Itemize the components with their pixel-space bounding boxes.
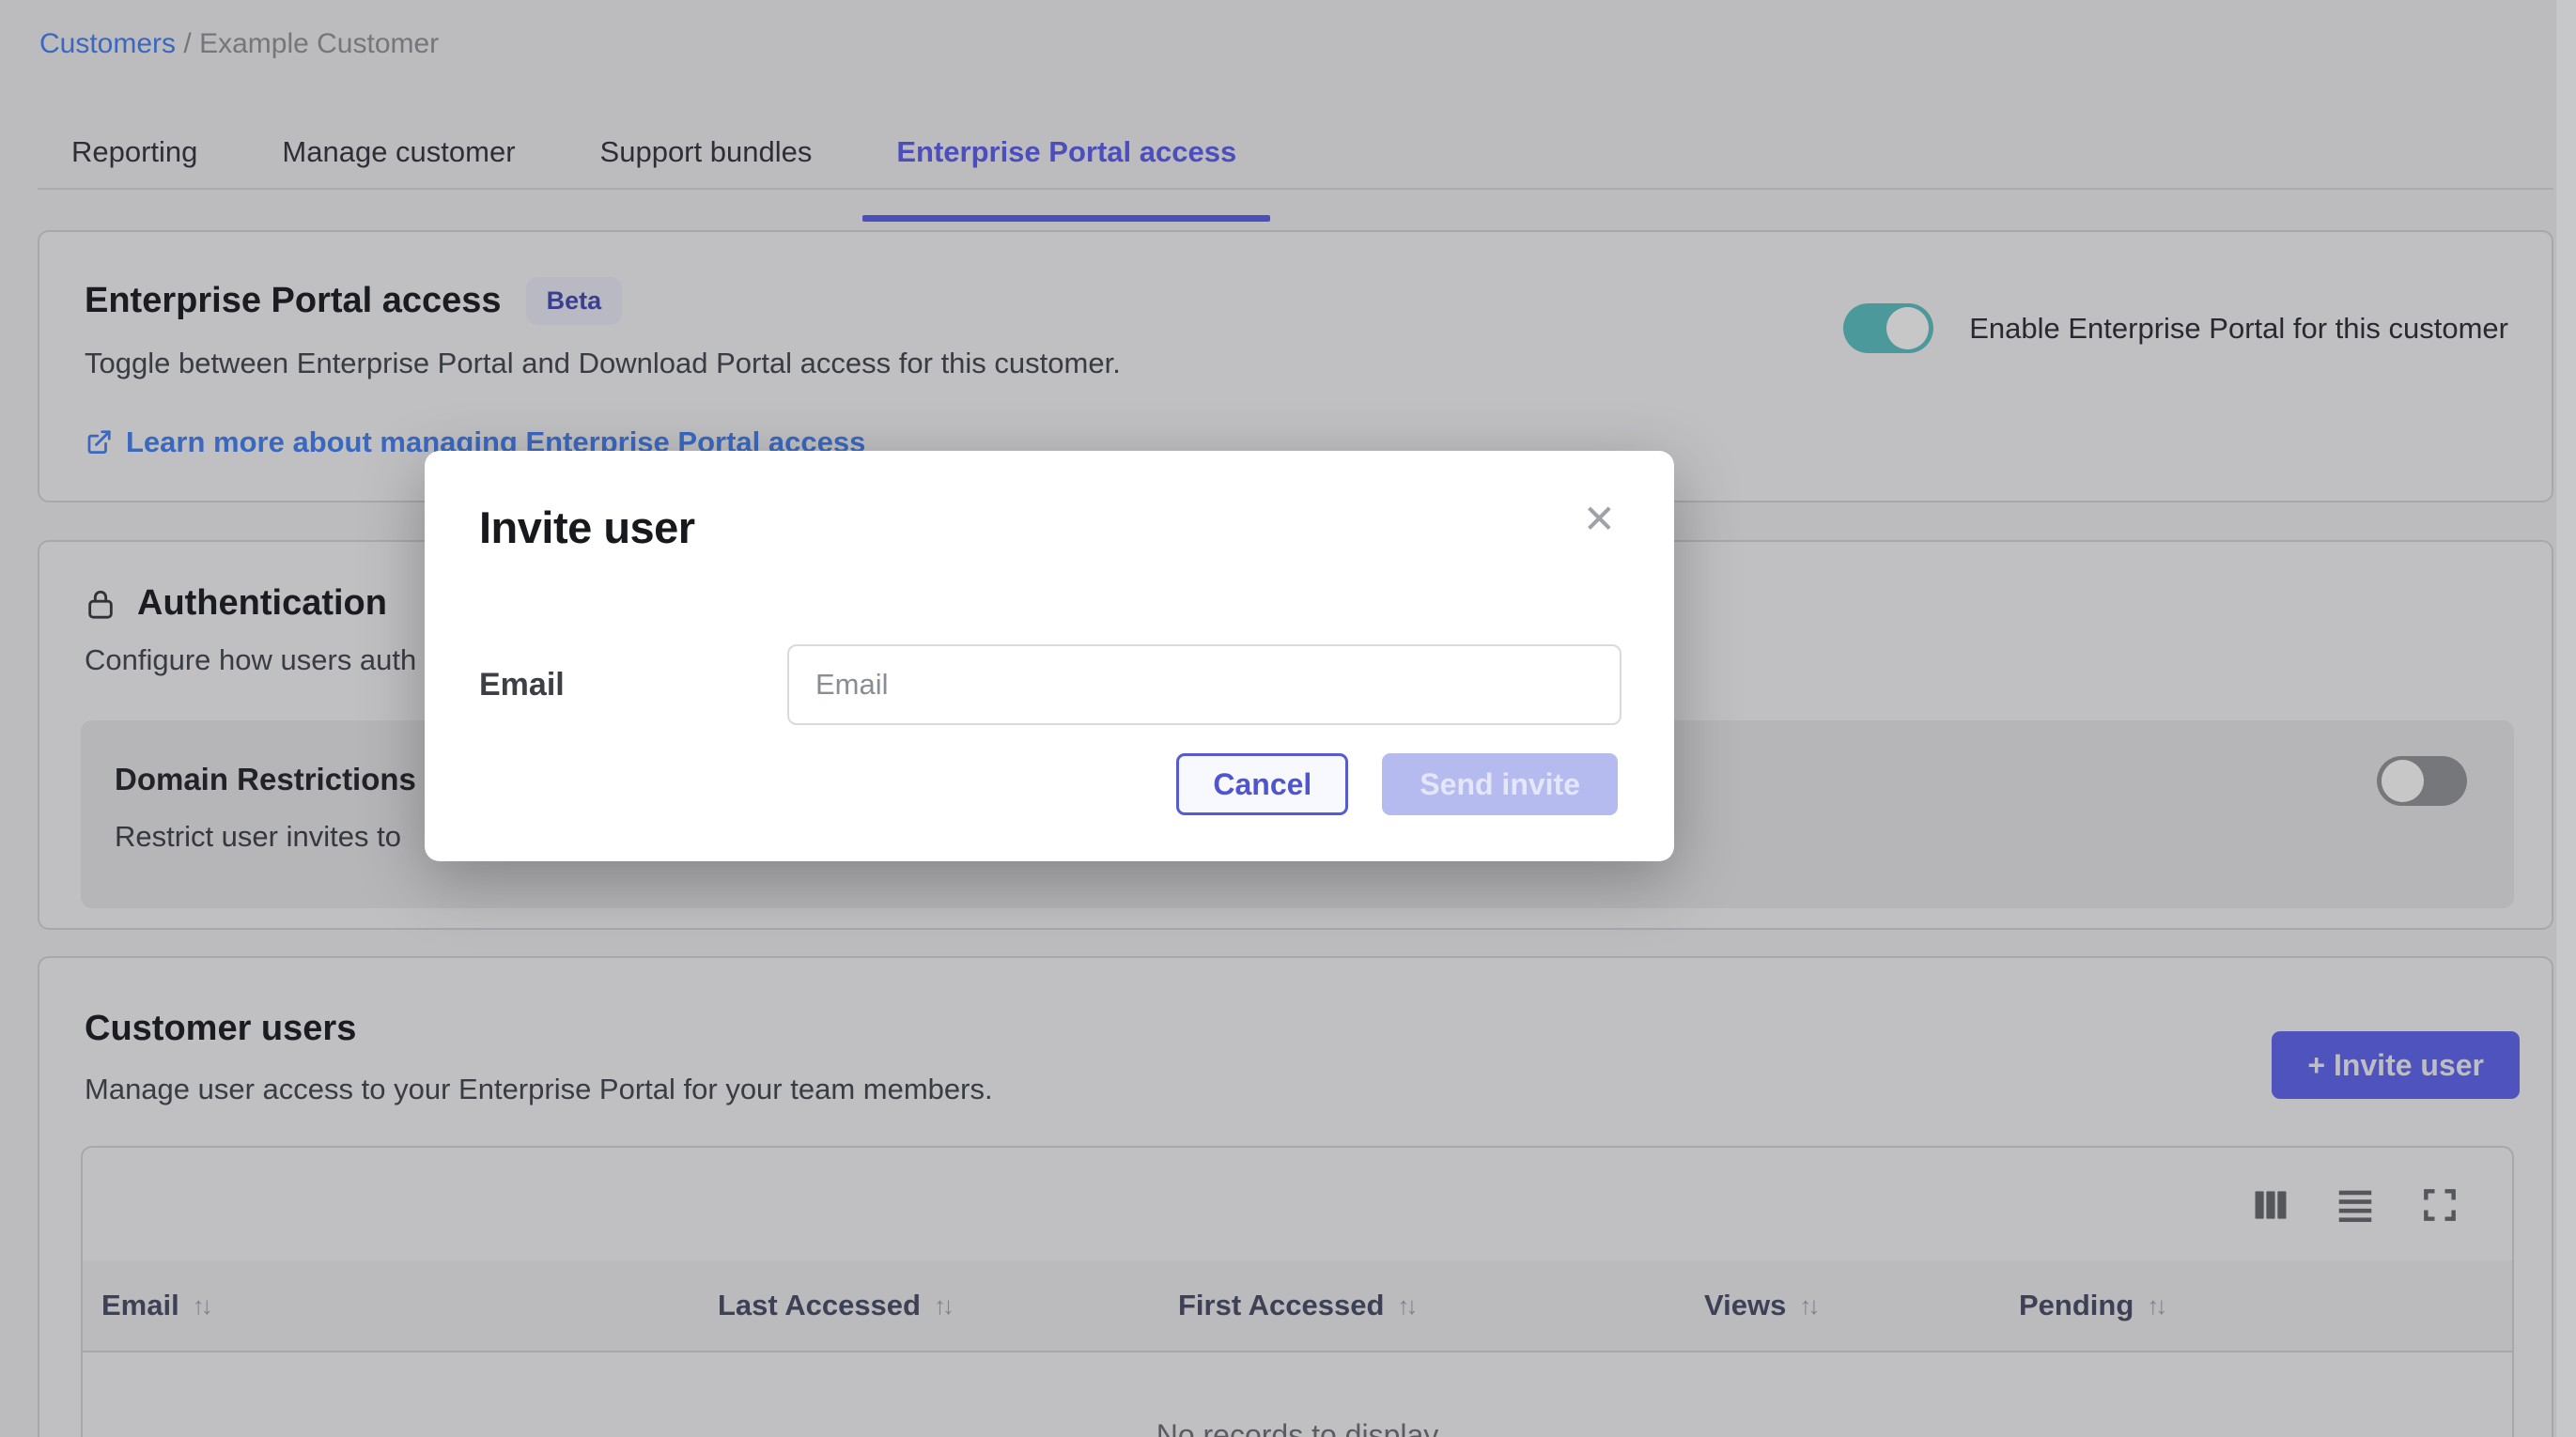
cancel-button[interactable]: Cancel (1176, 753, 1348, 815)
close-icon[interactable]: ✕ (1583, 500, 1616, 539)
send-invite-button[interactable]: Send invite (1382, 753, 1618, 815)
email-field[interactable] (787, 644, 1622, 725)
email-label: Email (479, 667, 787, 703)
enterprise-portal-page: Customers / Example Customer Reporting M… (0, 0, 2576, 1437)
modal-title: Invite user (479, 502, 695, 553)
invite-user-modal: Invite user ✕ Email Cancel Send invite (425, 451, 1674, 861)
page-scrollbar[interactable] (2555, 0, 2576, 1437)
